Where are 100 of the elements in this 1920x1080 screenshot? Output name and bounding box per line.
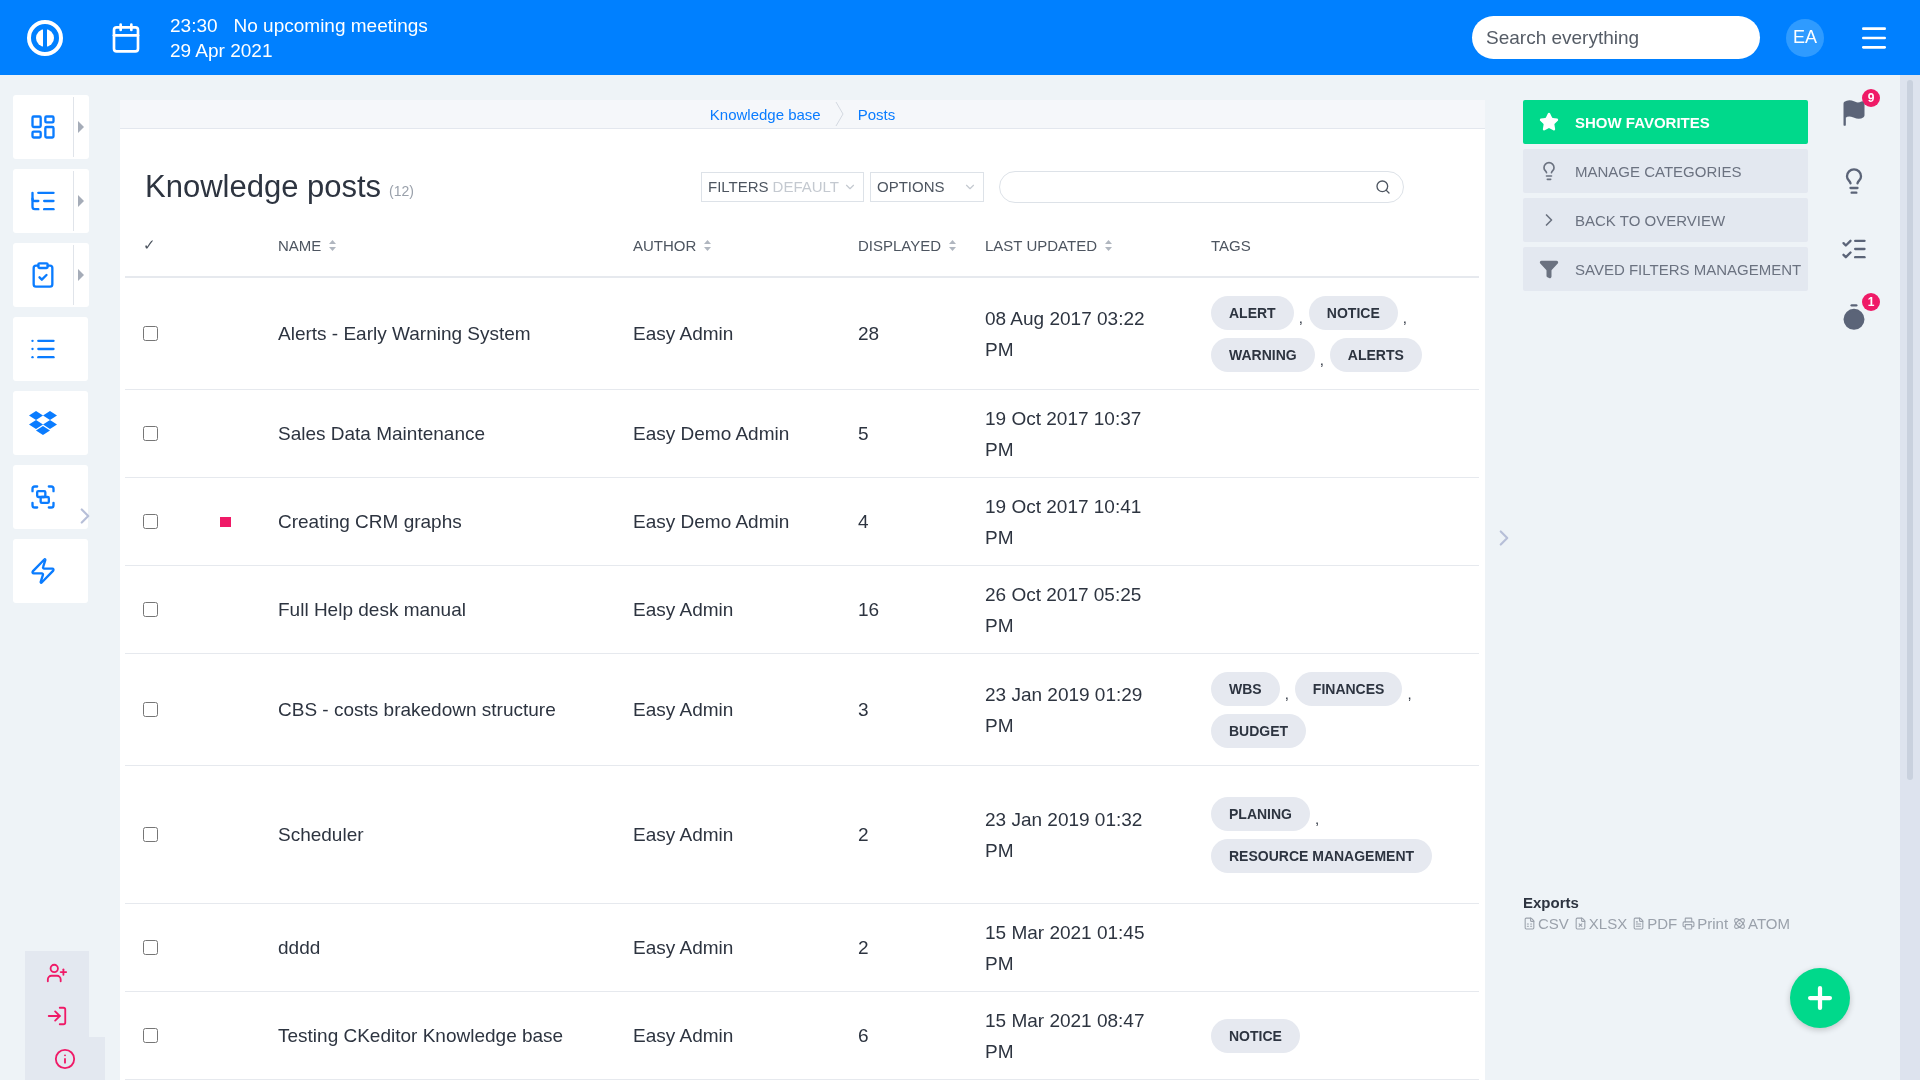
author-cell: Easy Admin: [633, 698, 734, 721]
logo-icon[interactable]: [26, 18, 64, 57]
last-updated-cell-text: 23 Jan 2019 01:32 PM: [985, 807, 1144, 863]
column-header: ✓: [143, 236, 156, 254]
tag[interactable]: ALERT: [1211, 295, 1294, 330]
row-checkbox[interactable]: [143, 326, 158, 341]
tag[interactable]: FINANCES: [1294, 671, 1403, 706]
sidebar-action-button[interactable]: MANAGE CATEGORIES: [1523, 149, 1808, 193]
row-checkbox[interactable]: [143, 514, 158, 529]
post-name-link[interactable]: dddd: [278, 936, 321, 959]
displayed-count-cell: 2: [858, 936, 869, 959]
clock-time: 23:30: [170, 13, 218, 38]
post-name-link[interactable]: Scheduler: [278, 823, 364, 846]
info-button[interactable]: [25, 1037, 105, 1080]
row-checkbox[interactable]: [143, 702, 158, 717]
sidebar-action-button[interactable]: BACK TO OVERVIEW: [1523, 198, 1808, 242]
filters-dropdown[interactable]: FILTERS DEFAULT: [701, 171, 864, 202]
tag[interactable]: RESOURCE MANAGEMENT: [1211, 838, 1433, 873]
notification-badge: 1: [1862, 293, 1880, 311]
search-field[interactable]: Search everything: [1472, 16, 1760, 59]
sidebar-action-button[interactable]: SAVED FILTERS MANAGEMENT: [1523, 247, 1808, 291]
last-updated-cell-text: 26 Oct 2017 05:25 PM: [985, 582, 1143, 638]
breadcrumb-link[interactable]: Knowledge base: [709, 105, 821, 123]
sidebar-button[interactable]: [13, 317, 88, 381]
author-cell: Easy Admin: [633, 823, 734, 846]
displayed-count-cell: 16: [858, 598, 880, 621]
row-checkbox[interactable]: [143, 426, 158, 441]
column-header[interactable]: LAST UPDATED: [985, 236, 1097, 254]
displayed-count-cell: 2: [858, 823, 869, 846]
lightning-icon: [29, 557, 57, 585]
author-cell: Easy Admin: [633, 936, 734, 959]
star-icon: [1539, 112, 1559, 132]
last-updated-cell-text: 19 Oct 2017 10:41 PM: [985, 494, 1143, 550]
submenu-arrow-icon[interactable]: [78, 121, 84, 133]
breadcrumb-link[interactable]: Posts: [857, 105, 896, 123]
notification-badge: 9: [1862, 89, 1880, 107]
post-name-link[interactable]: Full Help desk manual: [278, 598, 466, 621]
row-checkbox[interactable]: [143, 1028, 158, 1043]
last-updated-cell-text: 15 Mar 2021 08:47 PM: [985, 1008, 1146, 1064]
sidebar-button[interactable]: [13, 539, 88, 603]
row-checkbox[interactable]: [143, 940, 158, 955]
last-updated-cell-text: 19 Oct 2017 10:37 PM: [985, 406, 1143, 462]
submenu-arrow-icon[interactable]: [78, 269, 84, 281]
sort-icon[interactable]: [704, 239, 712, 251]
current-date: 29 Apr 2021: [170, 38, 274, 63]
tag[interactable]: NOTICE: [1211, 1018, 1300, 1053]
sidebar-button[interactable]: [13, 465, 88, 529]
tag[interactable]: NOTICE: [1308, 295, 1398, 330]
tag[interactable]: PLANING: [1211, 796, 1310, 831]
displayed-count-cell: 3: [858, 698, 869, 721]
post-name-link[interactable]: Sales Data Maintenance: [278, 422, 485, 445]
author-cell: Easy Admin: [633, 1024, 734, 1047]
sidebar-button[interactable]: [13, 243, 89, 307]
printer-icon: [1682, 917, 1696, 930]
tag-separator: ,: [1319, 350, 1324, 368]
csv-file-icon: [1523, 917, 1536, 930]
row-checkbox[interactable]: [143, 602, 158, 617]
column-header: TAGS: [1211, 236, 1251, 254]
column-header[interactable]: DISPLAYED: [858, 236, 942, 254]
sort-icon[interactable]: [1105, 239, 1112, 251]
post-name-link[interactable]: CBS - costs brakedown structure: [278, 698, 556, 721]
frame-icon: [29, 483, 57, 511]
page-title: Knowledge posts: [145, 168, 382, 205]
sort-icon[interactable]: [949, 239, 957, 251]
displayed-count-cell: 6: [858, 1024, 869, 1047]
tag-separator: ,: [1402, 308, 1407, 326]
sidebar-button[interactable]: [13, 95, 89, 159]
author-cell: Easy Demo Admin: [633, 422, 790, 445]
row-checkbox[interactable]: [143, 827, 158, 842]
info-icon: [54, 1047, 76, 1070]
exports-title: Exports: [1523, 894, 1580, 911]
author-cell: Easy Admin: [633, 322, 734, 345]
post-name-link[interactable]: Creating CRM graphs: [278, 510, 462, 533]
pdf-file-icon: [1632, 917, 1646, 930]
column-header[interactable]: AUTHOR: [633, 236, 697, 254]
displayed-count-cell: 28: [858, 322, 880, 345]
submenu-arrow-icon[interactable]: [78, 195, 84, 207]
calendar-icon[interactable]: [110, 21, 142, 54]
author-cell: Easy Demo Admin: [633, 510, 790, 533]
sort-icon[interactable]: [329, 239, 337, 251]
displayed-count-cell: 4: [858, 510, 869, 533]
add-user-button[interactable]: [25, 951, 89, 994]
tag[interactable]: ALERTS: [1329, 337, 1422, 372]
post-name-link[interactable]: Alerts - Early Warning System: [278, 322, 531, 345]
tag[interactable]: BUDGET: [1211, 713, 1307, 748]
options-dropdown[interactable]: OPTIONS: [870, 171, 984, 202]
author-cell: Easy Admin: [633, 598, 734, 621]
tag[interactable]: WARNING: [1211, 337, 1315, 372]
tag[interactable]: WBS: [1211, 671, 1280, 706]
tag-separator: ,: [1298, 308, 1303, 326]
column-header[interactable]: NAME: [278, 236, 322, 254]
search-icon: [1374, 178, 1391, 195]
dashboard-icon: [29, 113, 57, 141]
post-name-link[interactable]: Testing CKeditor Knowledge base: [278, 1024, 564, 1047]
meetings-status[interactable]: No upcoming meetings: [233, 12, 428, 38]
sidebar-button[interactable]: [13, 169, 89, 233]
last-updated-cell-text: 08 Aug 2017 03:22 PM: [985, 306, 1146, 362]
sidebar-button[interactable]: [13, 391, 88, 455]
filter-icon: [1539, 259, 1559, 279]
tag-separator: ,: [1315, 809, 1320, 827]
